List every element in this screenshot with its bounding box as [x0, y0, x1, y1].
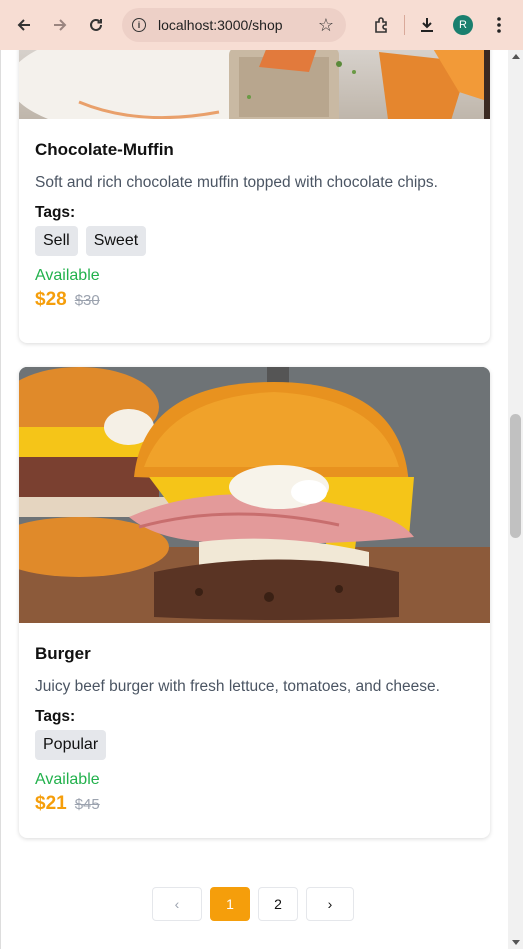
avatar: R: [453, 15, 473, 35]
browser-toolbar: i localhost:3000/shop ☆ R: [0, 0, 523, 50]
tag-chip[interactable]: Sweet: [85, 226, 147, 256]
product-card[interactable]: Chocolate-Muffin Soft and rich chocolate…: [19, 50, 490, 343]
tag-list: Popular: [35, 730, 474, 760]
page-button-1[interactable]: 1: [210, 887, 250, 921]
forward-button[interactable]: [46, 11, 74, 39]
site-info-icon[interactable]: i: [132, 18, 146, 32]
address-bar[interactable]: i localhost:3000/shop ☆: [122, 8, 346, 42]
tag-list: Sell Sweet: [35, 226, 474, 256]
next-page-button[interactable]: ›: [306, 887, 354, 921]
download-icon: [421, 18, 433, 32]
availability-status: Available: [35, 771, 100, 788]
toolbar-divider: [404, 15, 405, 35]
pagination: ‹ 1 2 ›: [152, 887, 354, 921]
prev-page-button[interactable]: ‹: [152, 887, 202, 921]
tags-label: Tags:: [35, 708, 76, 725]
scroll-down-icon[interactable]: [512, 940, 520, 945]
product-image: [19, 50, 490, 119]
profile-button[interactable]: R: [449, 11, 477, 39]
scrollbar[interactable]: [508, 50, 523, 949]
original-price: $30: [74, 292, 100, 309]
extensions-button[interactable]: [368, 11, 396, 39]
current-price: $28: [35, 289, 67, 310]
product-title[interactable]: Chocolate-Muffin: [35, 140, 474, 160]
reload-icon: [90, 18, 102, 31]
arrow-right-icon: [54, 19, 67, 31]
product-title[interactable]: Burger: [35, 644, 474, 664]
kebab-menu-icon: [497, 17, 501, 33]
tag-chip[interactable]: Popular: [35, 730, 107, 760]
product-card[interactable]: Burger Juicy beef burger with fresh lett…: [19, 367, 490, 838]
back-button[interactable]: [10, 11, 38, 39]
url-text: localhost:3000/shop: [158, 17, 283, 33]
scrollbar-thumb[interactable]: [510, 414, 521, 538]
current-price: $21: [35, 793, 67, 814]
page-button-2[interactable]: 2: [258, 887, 298, 921]
product-description: Juicy beef burger with fresh lettuce, to…: [35, 678, 440, 695]
product-image: [19, 367, 490, 623]
price-row: $21 $45: [35, 793, 474, 815]
downloads-button[interactable]: [413, 11, 441, 39]
arrow-left-icon: [17, 19, 30, 31]
bookmark-star-icon[interactable]: ☆: [318, 15, 334, 35]
reload-button[interactable]: [82, 11, 110, 39]
tags-label: Tags:: [35, 204, 76, 221]
original-price: $45: [74, 796, 100, 813]
tag-chip[interactable]: Sell: [35, 226, 78, 256]
puzzle-icon: [375, 17, 387, 33]
menu-button[interactable]: [485, 11, 513, 39]
scroll-up-icon[interactable]: [512, 54, 520, 59]
product-description: Soft and rich chocolate muffin topped wi…: [35, 174, 438, 191]
page-viewport: Chocolate-Muffin Soft and rich chocolate…: [0, 50, 523, 949]
price-row: $28 $30: [35, 289, 474, 311]
availability-status: Available: [35, 267, 100, 284]
